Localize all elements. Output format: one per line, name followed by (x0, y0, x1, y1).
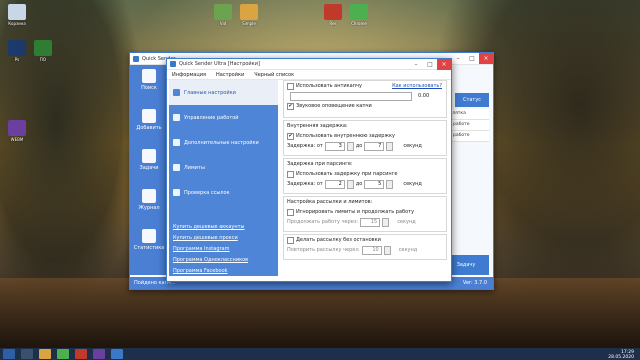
system-clock[interactable]: 17:29 28.05.2020 (608, 350, 634, 360)
nav-extra-settings[interactable]: Дополнительные настройки (169, 130, 278, 155)
close-button[interactable]: × (479, 53, 493, 64)
sidebar-item-tasks[interactable]: Задачи (133, 149, 165, 185)
anticaptcha-key-input[interactable] (290, 91, 412, 101)
stepper[interactable] (386, 141, 394, 151)
sidebar-item-search[interactable]: Поиск (133, 69, 165, 105)
parse-delay-from[interactable]: 2 (324, 179, 345, 189)
taskbar: 17:29 28.05.2020 (0, 348, 640, 360)
taskbar-app[interactable] (93, 349, 105, 359)
ignore-limits-checkbox[interactable] (287, 208, 294, 216)
endless-mailing-checkbox[interactable] (287, 236, 294, 244)
menu-blacklist[interactable]: Черный список (249, 72, 299, 78)
link-facebook[interactable]: Программа Facebook (173, 266, 248, 277)
continue-after-input[interactable]: 15 (360, 217, 381, 227)
dialog-menubar: Информация Настройки Черный список (167, 70, 451, 80)
maximize-button[interactable]: □ (465, 53, 479, 64)
anticaptcha-group: Использовать антикапчу Как использовать? … (283, 80, 447, 118)
log-icon (142, 189, 156, 203)
sidebar-item-add[interactable]: Добавить (133, 109, 165, 145)
inner-delay-group: Внутренняя задержка: ✔ Использовать внутр… (283, 120, 447, 156)
app-icon (133, 55, 139, 62)
sound-checkbox[interactable]: ✔ (287, 102, 294, 110)
anticaptcha-balance: 0.00 (418, 93, 430, 99)
link-instagram[interactable]: Программа Instagram (173, 244, 248, 255)
nav-link-check[interactable]: Проверка ссылок (169, 180, 278, 205)
promo-links: Купить дешевые аккаунты Купить дешевые п… (173, 222, 248, 277)
repeat-after-input[interactable]: 10 (361, 245, 382, 255)
main-sidebar: Поиск Добавить Задачи Журнал Статистика (130, 65, 168, 275)
stepper[interactable] (382, 217, 390, 227)
desktop-icon[interactable]: WEBM (4, 120, 30, 142)
stepper[interactable] (346, 179, 354, 189)
nav-main-settings[interactable]: Главные настройки (169, 80, 278, 105)
minimize-button[interactable]: – (451, 53, 465, 64)
home-icon (173, 89, 180, 96)
stats-icon (142, 229, 156, 243)
stepper[interactable] (383, 245, 391, 255)
add-user-icon (142, 109, 156, 123)
dialog-titlebar: Quick Sender Ultra [Настройки] – □ × (167, 58, 451, 70)
gear-icon (173, 139, 180, 146)
stepper[interactable] (386, 179, 394, 189)
desktop-icon[interactable]: ПО (30, 40, 56, 62)
taskbar-app[interactable] (21, 349, 33, 359)
settings-content: Использовать антикапчу Как использовать? … (283, 80, 447, 276)
desktop-icon[interactable]: Vid (210, 4, 236, 26)
list-icon (173, 164, 180, 171)
taskbar-app[interactable] (39, 349, 51, 359)
mailing-group: Делать рассылку без остановки Повторить … (283, 234, 447, 260)
sliders-icon (173, 114, 180, 121)
settings-nav: Главные настройки Управление работой Доп… (169, 80, 278, 276)
taskbar-app[interactable] (111, 349, 123, 359)
parse-delay-group: Задержка при парсинге: Использовать заде… (283, 158, 447, 194)
how-to-use-link[interactable]: Как использовать? (392, 83, 442, 89)
link-buy-accounts[interactable]: Купить дешевые аккаунты (173, 222, 248, 233)
nav-limits[interactable]: Лимиты (169, 155, 278, 180)
desktop-icon[interactable]: Chrome (346, 4, 372, 26)
parse-delay-to[interactable]: 5 (364, 179, 385, 189)
maximize-button[interactable]: □ (423, 59, 437, 70)
search-icon (142, 69, 156, 83)
desktop-icon[interactable]: Simple (236, 4, 262, 26)
start-button[interactable] (3, 349, 15, 359)
taskbar-app[interactable] (75, 349, 87, 359)
app-icon (170, 61, 176, 67)
sidebar-item-log[interactable]: Журнал (133, 189, 165, 225)
settings-dialog: Quick Sender Ultra [Настройки] – □ × Инф… (166, 58, 452, 282)
link-odnoklassniki[interactable]: Программа Одноклассников (173, 255, 248, 266)
inner-delay-from[interactable]: 3 (324, 141, 345, 151)
parse-delay-checkbox[interactable] (287, 170, 294, 178)
version-label: Ver: 3.7.0 (462, 280, 487, 286)
link-icon (173, 189, 180, 196)
sidebar-item-stats[interactable]: Статистика (133, 229, 165, 265)
stepper[interactable] (346, 141, 354, 151)
close-button[interactable]: × (437, 58, 451, 70)
inner-delay-checkbox[interactable]: ✔ (287, 132, 294, 140)
menu-settings[interactable]: Настройки (211, 72, 249, 78)
taskbar-app[interactable] (57, 349, 69, 359)
desktop-icon[interactable]: Корзина (4, 4, 30, 26)
limits-group: Настройка рассылки и лимитов: Игнорирова… (283, 196, 447, 232)
tasks-icon (142, 149, 156, 163)
anticaptcha-checkbox[interactable] (287, 82, 294, 90)
desktop-icon[interactable]: Ps (4, 40, 30, 62)
dialog-title: Quick Sender Ultra [Настройки] (179, 61, 260, 67)
desktop-icon[interactable]: Res (320, 4, 346, 26)
nav-work-control[interactable]: Управление работой (169, 105, 278, 130)
inner-delay-to[interactable]: 7 (364, 141, 385, 151)
link-buy-proxies[interactable]: Купить дешевые прокси (173, 233, 248, 244)
menu-info[interactable]: Информация (167, 72, 211, 78)
minimize-button[interactable]: – (409, 59, 423, 70)
status-button[interactable]: Статус (455, 93, 489, 107)
